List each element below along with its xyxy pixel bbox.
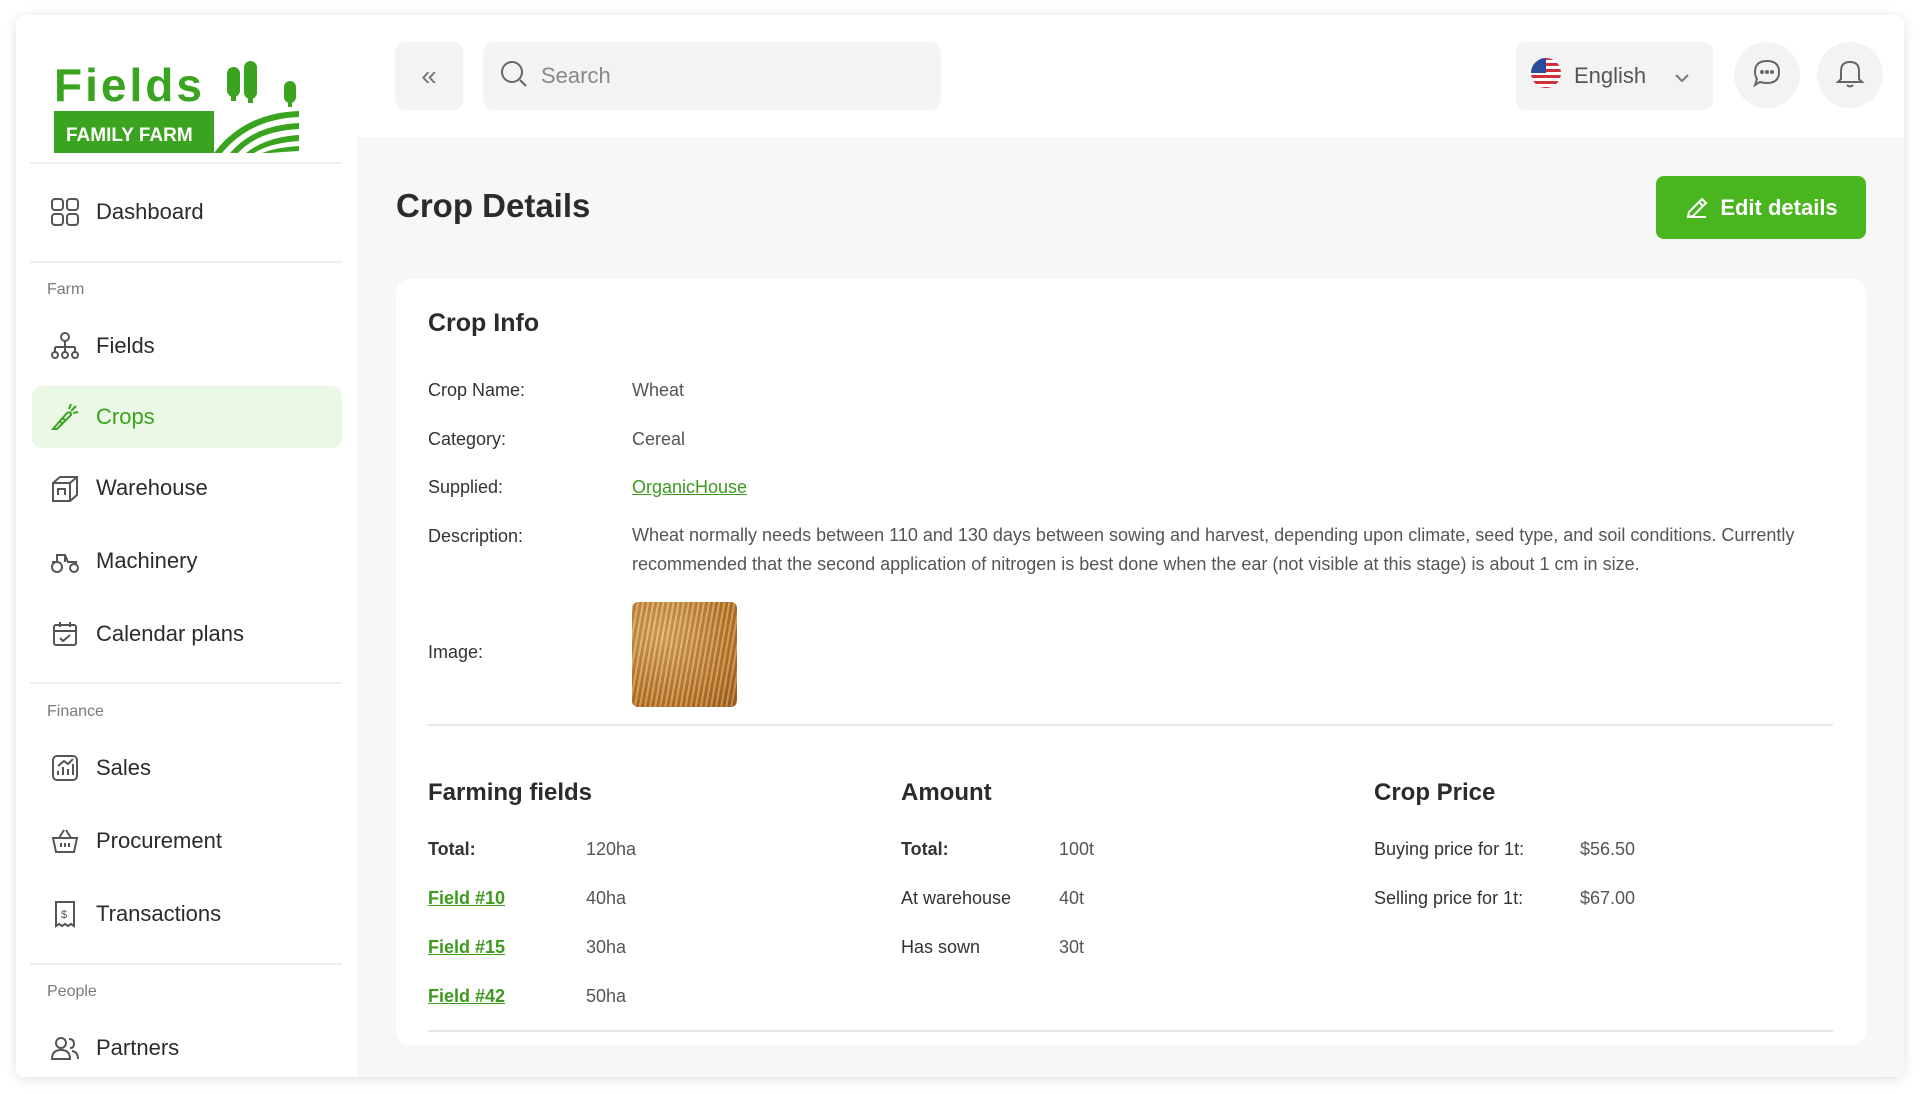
pencil-icon — [1687, 197, 1708, 218]
field-42-link[interactable]: Field #42 — [428, 986, 505, 1007]
search-input[interactable] — [541, 63, 921, 89]
crop-details-card: Crop Info Crop Name: Wheat Category: Cer… — [396, 279, 1866, 1045]
section-label-finance: Finance — [47, 703, 104, 720]
description-text: Wheat normally needs between 110 and 130… — [632, 525, 1795, 574]
sidebar-divider — [30, 261, 342, 263]
sidebar-item-label: Calendar plans — [96, 621, 244, 646]
at-warehouse-label: At warehouse — [901, 888, 1012, 908]
sidebar-divider — [30, 963, 342, 965]
people-icon — [48, 1031, 82, 1065]
double-chevron-left-icon: « — [421, 60, 437, 91]
crop-name-value: Wheat — [632, 380, 685, 400]
amount-title: Amount — [901, 779, 992, 806]
svg-text:Fields: Fields — [54, 59, 205, 111]
tractor-icon — [48, 544, 82, 578]
farming-fields-title: Farming fields — [428, 779, 593, 806]
chart-icon — [48, 751, 82, 785]
amount-total-value: 100t — [1059, 839, 1095, 859]
section-divider — [428, 1030, 1833, 1032]
sidebar-item-label: Crops — [96, 404, 155, 429]
crop-name-label: Crop Name: — [428, 380, 526, 400]
sidebar-item-label: Machinery — [96, 548, 198, 573]
amount-total-label: Total: — [901, 839, 949, 859]
sidebar-item-label: Warehouse — [96, 475, 208, 500]
field-15-value: 30ha — [586, 937, 627, 957]
fields-icon — [48, 329, 82, 363]
sidebar-item-label: Dashboard — [96, 199, 204, 224]
messages-button[interactable] — [1734, 42, 1800, 108]
bell-icon — [1835, 57, 1865, 94]
carrot-icon — [48, 400, 82, 434]
us-flag-icon — [1530, 57, 1562, 95]
grid-icon — [48, 195, 82, 229]
page-title: Crop Details — [396, 187, 591, 224]
sidebar-item-machinery[interactable]: Machinery — [32, 530, 342, 592]
field-15-link[interactable]: Field #15 — [428, 937, 505, 958]
topbar: « Search English — [357, 15, 1904, 137]
description-label: Description: — [428, 526, 524, 546]
chat-icon — [1751, 57, 1783, 94]
selling-price-value: $67.00 — [1580, 888, 1636, 908]
image-label: Image: — [428, 642, 484, 662]
selling-price-label: Selling price for 1t: — [1374, 888, 1524, 908]
sidebar-item-label: Transactions — [96, 901, 222, 926]
sidebar-item-partners[interactable]: Partners — [32, 1017, 342, 1077]
search-icon — [499, 59, 529, 94]
field-10-link[interactable]: Field #10 — [428, 888, 505, 909]
sidebar-divider — [30, 682, 342, 684]
buying-price-label: Buying price for 1t: — [1374, 839, 1525, 859]
section-label-farm: Farm — [47, 281, 85, 298]
farming-total-value: 120ha — [586, 839, 637, 859]
at-warehouse-value: 40t — [1059, 888, 1085, 908]
supplier-link[interactable]: OrganicHouse — [632, 477, 747, 498]
sidebar-divider — [30, 162, 342, 164]
notifications-button[interactable] — [1817, 42, 1883, 108]
sidebar-item-label: Procurement — [96, 828, 222, 853]
section-label-people: People — [47, 983, 97, 1000]
sidebar: Fields FAMILY FARM Dashboard Farm Fields… — [16, 15, 357, 1077]
sidebar-item-procurement[interactable]: Procurement — [32, 810, 342, 872]
search-box[interactable] — [483, 42, 941, 110]
category-value: Cereal — [632, 429, 686, 449]
has-sown-label: Has sown — [901, 937, 981, 957]
chevron-down-icon — [1674, 63, 1690, 89]
basket-icon — [48, 824, 82, 858]
category-label: Category: — [428, 429, 507, 449]
language-select[interactable]: English — [1516, 42, 1713, 110]
sidebar-item-transactions[interactable]: $ Transactions — [32, 883, 342, 945]
field-42-value: 50ha — [586, 986, 627, 1006]
crop-info-title: Crop Info — [428, 309, 540, 337]
app-window: Fields FAMILY FARM Dashboard Farm Fields… — [16, 15, 1904, 1077]
fields-logo[interactable]: Fields FAMILY FARM — [44, 51, 304, 163]
receipt-icon: $ — [48, 897, 82, 931]
sidebar-item-label: Fields — [96, 333, 155, 358]
language-label: English — [1574, 63, 1647, 88]
sidebar-item-fields[interactable]: Fields — [32, 315, 342, 377]
sidebar-item-calendar-plans[interactable]: Calendar plans — [32, 603, 342, 665]
warehouse-icon — [48, 471, 82, 505]
field-10-value: 40ha — [586, 888, 627, 908]
has-sown-value: 30t — [1059, 937, 1085, 957]
sidebar-item-crops[interactable]: Crops — [32, 386, 342, 448]
supplied-label: Supplied: — [428, 477, 504, 497]
sidebar-item-warehouse[interactable]: Warehouse — [32, 457, 342, 519]
svg-text:$: $ — [61, 909, 67, 921]
edit-details-label: Edit details — [1720, 194, 1838, 220]
svg-text:FAMILY FARM: FAMILY FARM — [66, 125, 193, 146]
calendar-icon — [48, 617, 82, 651]
buying-price-value: $56.50 — [1580, 839, 1636, 859]
sidebar-item-label: Partners — [96, 1035, 180, 1060]
edit-details-button[interactable]: Edit details — [1656, 176, 1866, 239]
farming-total-label: Total: — [428, 839, 476, 859]
sidebar-item-label: Sales — [96, 755, 152, 780]
wheat-image[interactable] — [632, 602, 737, 707]
crop-price-title: Crop Price — [1374, 779, 1496, 806]
collapse-sidebar-button[interactable]: « — [395, 42, 463, 110]
sidebar-item-sales[interactable]: Sales — [32, 737, 342, 799]
sidebar-item-dashboard[interactable]: Dashboard — [32, 181, 342, 243]
section-divider — [428, 724, 1833, 726]
